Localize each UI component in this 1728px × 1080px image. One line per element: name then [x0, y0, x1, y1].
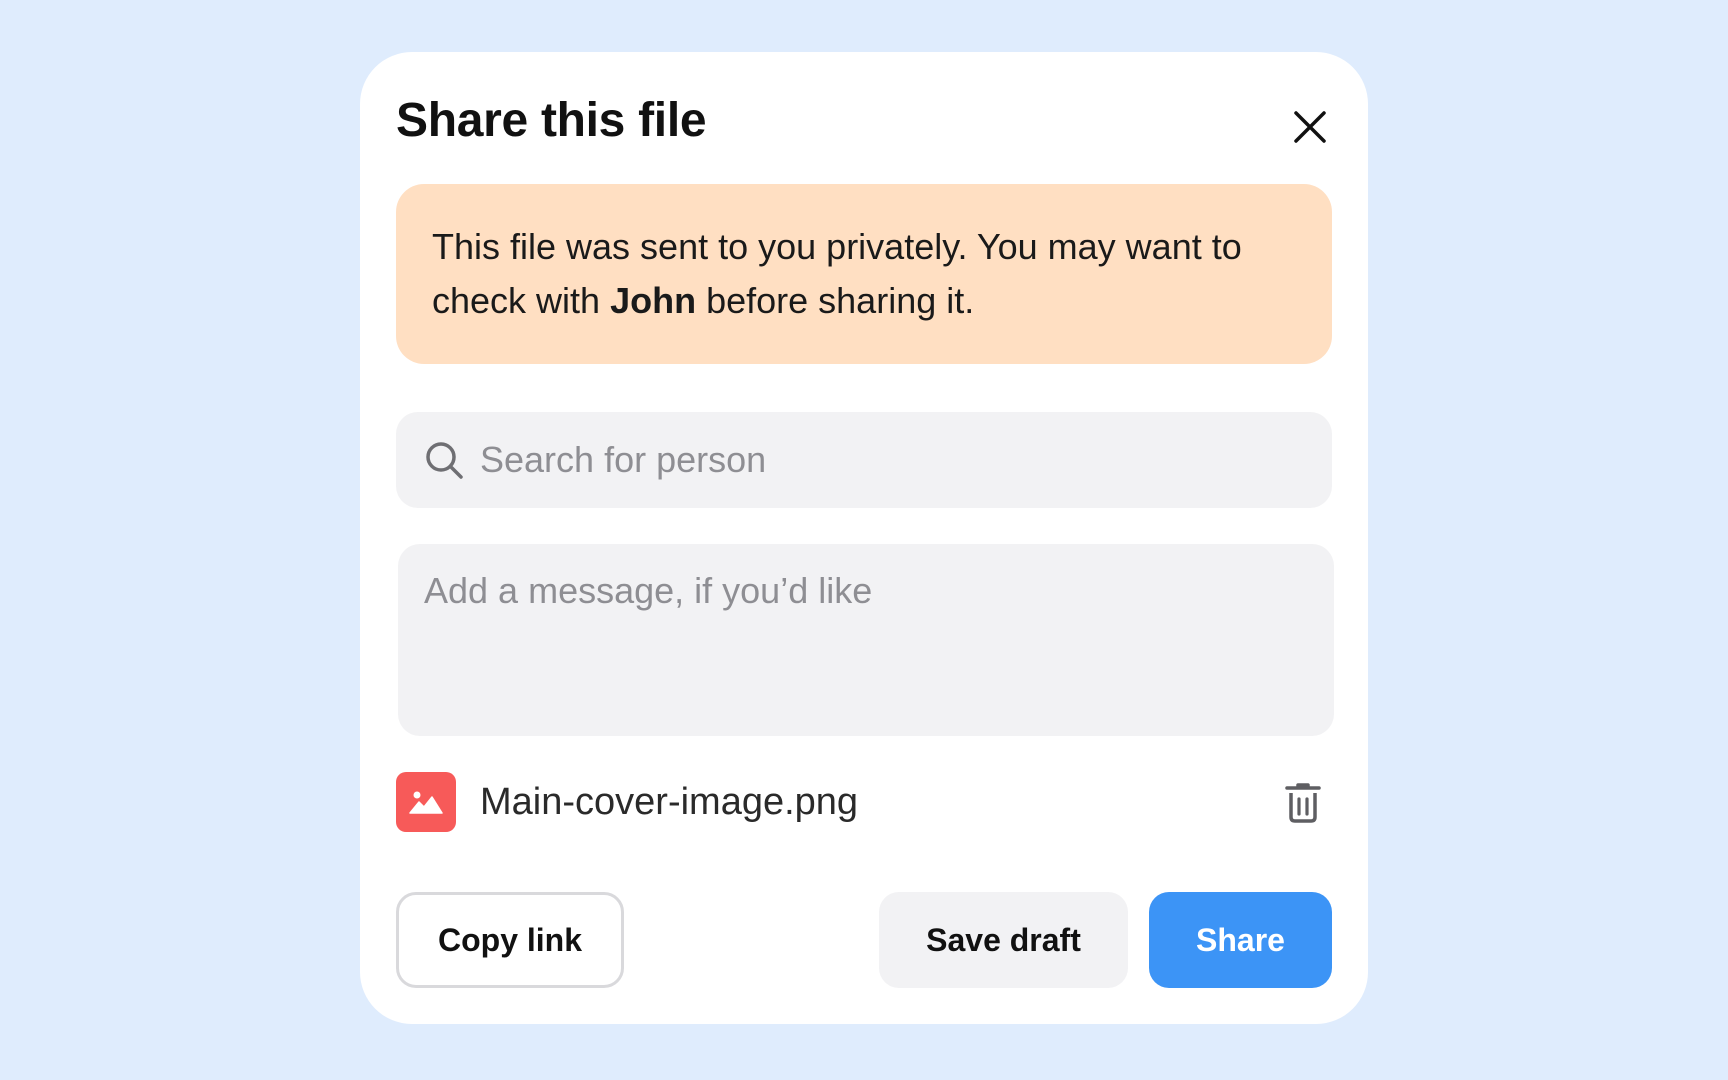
close-button[interactable]: [1285, 102, 1335, 152]
copy-link-button[interactable]: Copy link: [396, 892, 624, 988]
file-name: Main-cover-image.png: [480, 781, 859, 823]
share-button[interactable]: Share: [1149, 892, 1332, 988]
warning-text-end: before sharing it.: [696, 280, 975, 321]
trash-icon: [1285, 783, 1321, 823]
image-icon: [409, 791, 443, 814]
private-file-warning: This file was sent to you privately. You…: [396, 184, 1332, 364]
save-draft-button[interactable]: Save draft: [879, 892, 1128, 988]
delete-attachment-button[interactable]: [1278, 778, 1328, 828]
search-input[interactable]: [480, 412, 1300, 508]
message-input[interactable]: [398, 544, 1334, 736]
share-dialog: Share this file This file was sent to yo…: [360, 52, 1368, 1024]
search-icon: [426, 442, 463, 479]
attachment-row: Main-cover-image.png: [396, 772, 1332, 832]
close-icon: [1294, 111, 1326, 143]
search-field[interactable]: [396, 412, 1332, 508]
dialog-title: Share this file: [396, 94, 707, 147]
warning-sender-name: John: [610, 280, 697, 321]
file-thumbnail: [396, 772, 456, 832]
